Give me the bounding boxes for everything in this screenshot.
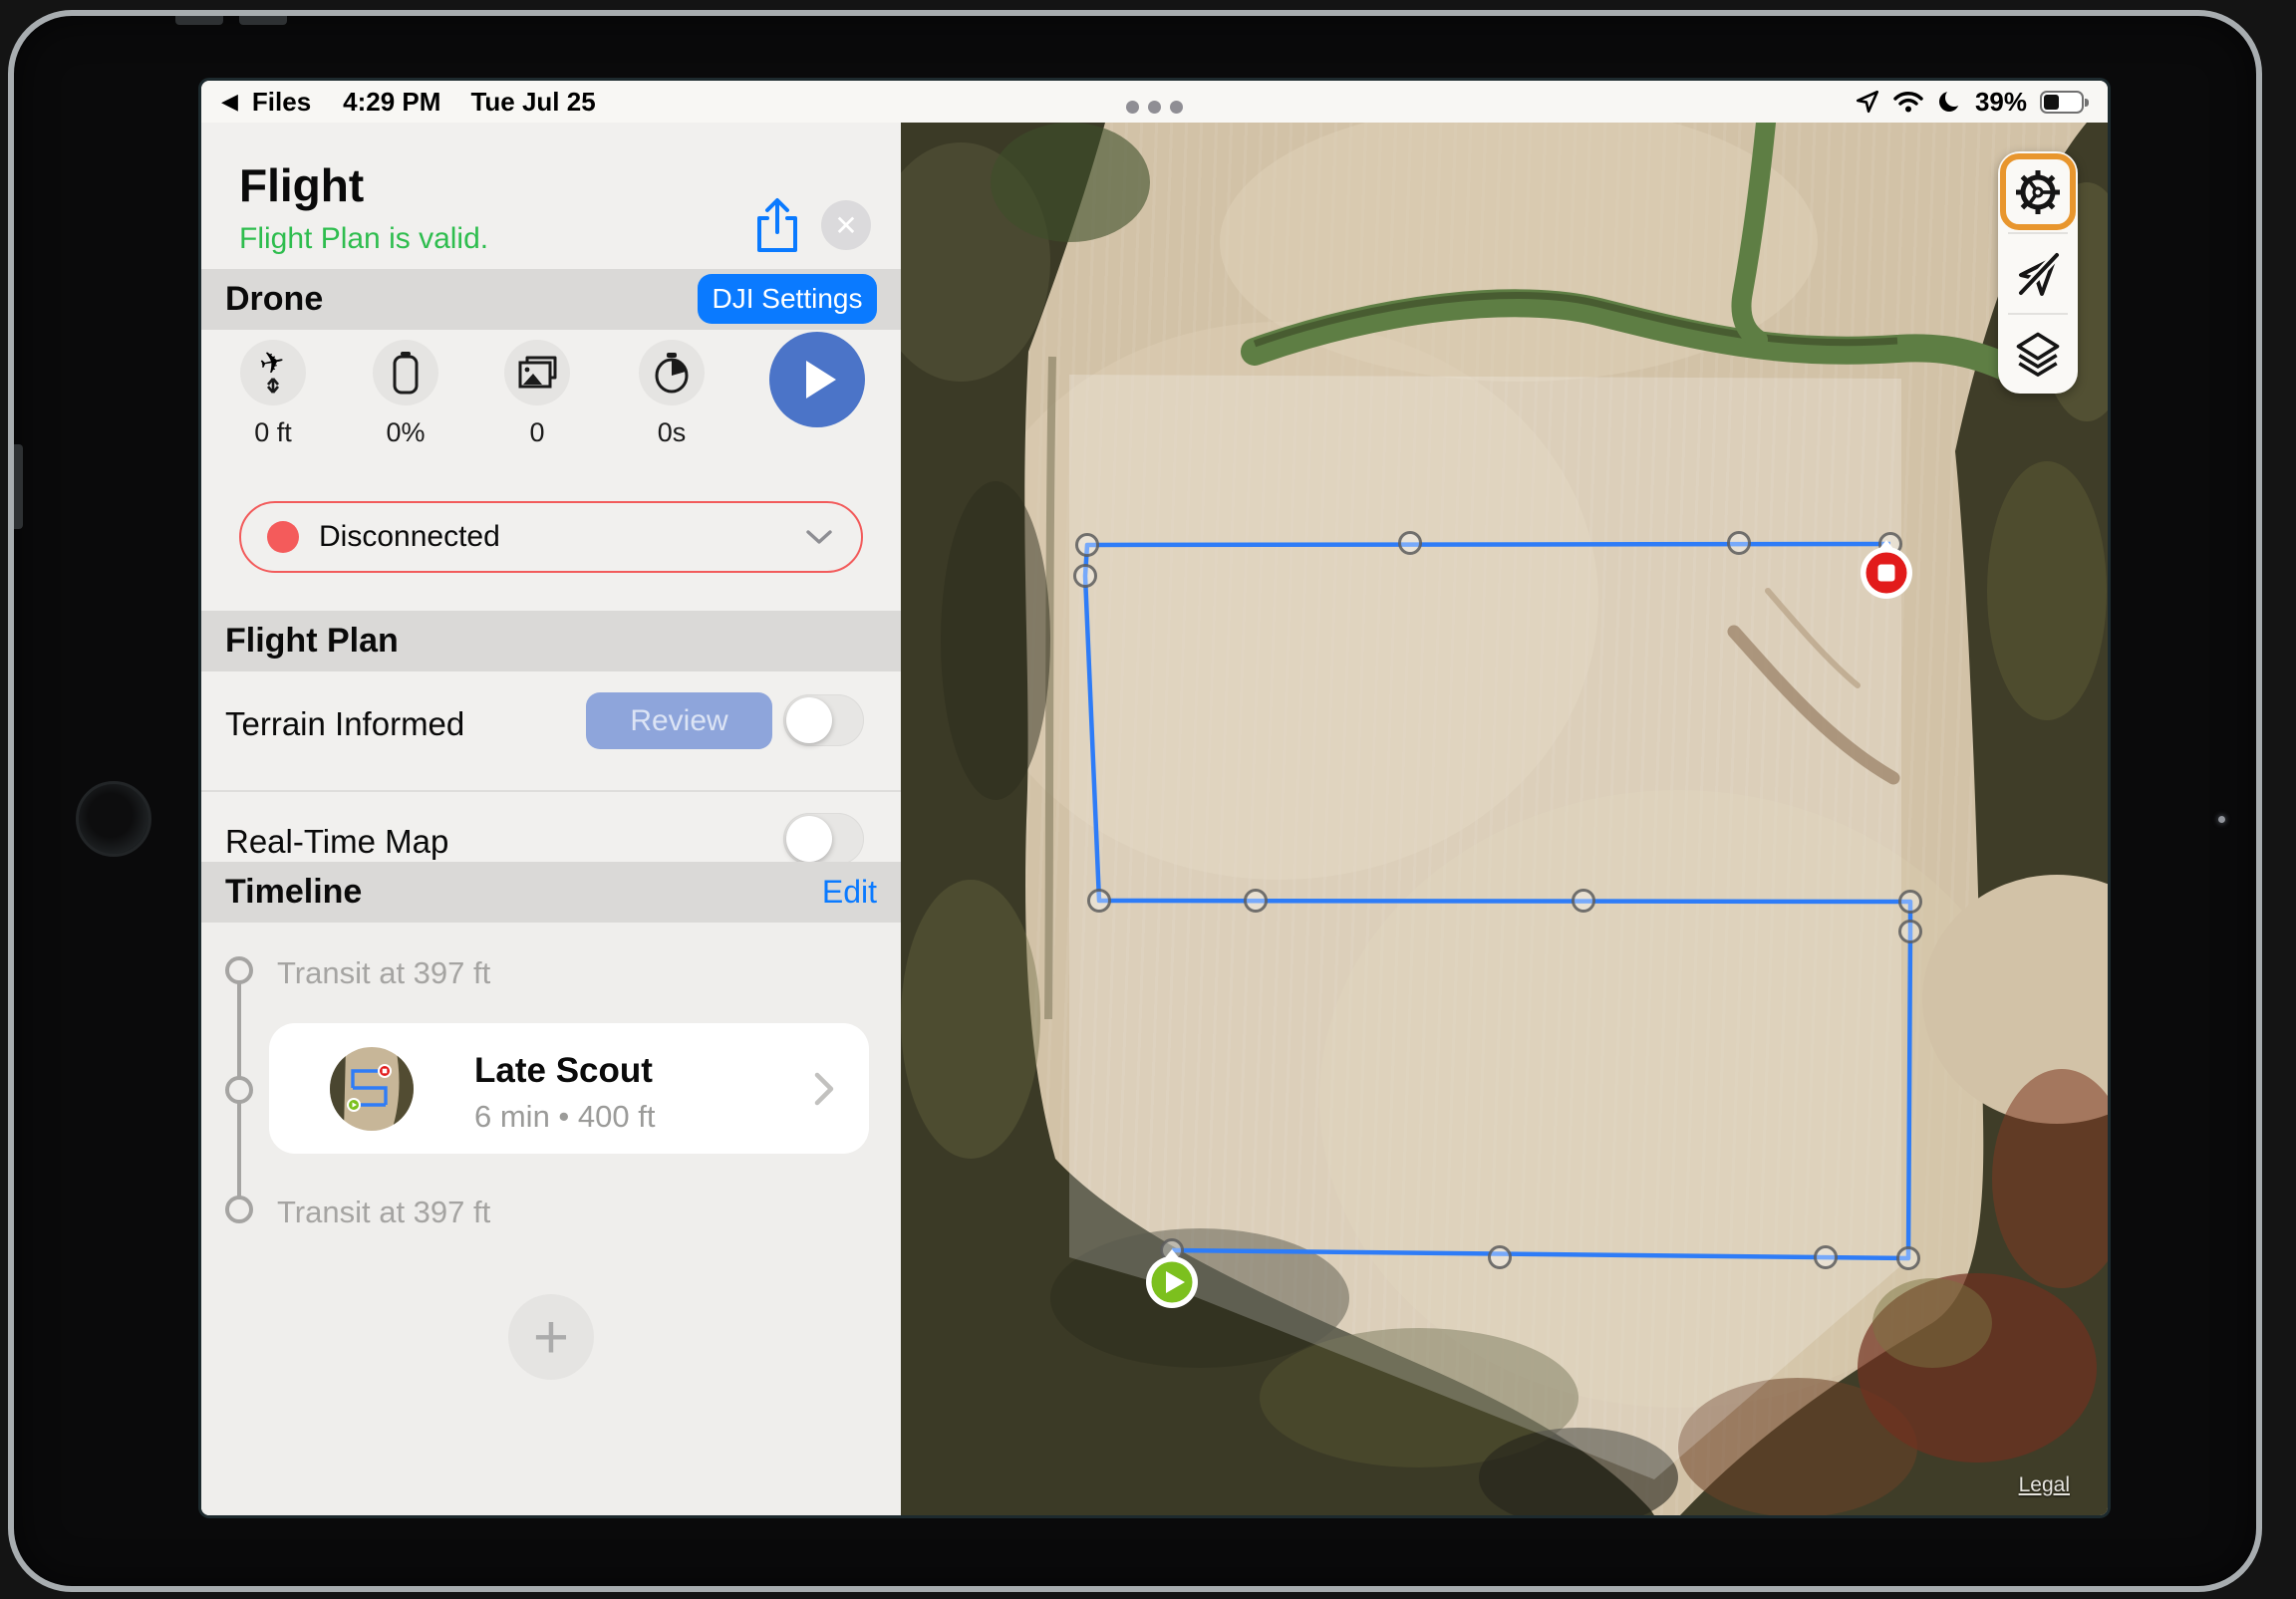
navigation-disabled-icon bbox=[2013, 248, 2063, 298]
stat-battery-value: 0% bbox=[336, 417, 475, 448]
transit-item-after: Transit at 397 ft bbox=[277, 1195, 490, 1230]
real-time-map-toggle[interactable] bbox=[783, 813, 864, 865]
flight-plan-section-header: Flight Plan bbox=[201, 611, 901, 671]
share-button[interactable] bbox=[747, 194, 807, 258]
stat-duration: 0s bbox=[602, 340, 741, 448]
altitude-icon: ✈ bbox=[240, 340, 306, 405]
stat-photos-value: 0 bbox=[467, 417, 607, 448]
field-texture bbox=[901, 123, 2108, 1515]
close-icon: ✕ bbox=[834, 209, 857, 242]
real-time-map-label: Real-Time Map bbox=[225, 823, 448, 861]
mission-thumbnail bbox=[330, 1047, 414, 1131]
terrain-informed-toggle[interactable] bbox=[783, 694, 864, 746]
connection-status-dropdown[interactable]: Disconnected bbox=[239, 501, 863, 573]
page-title: Flight bbox=[239, 158, 364, 212]
date: Tue Jul 25 bbox=[470, 87, 595, 118]
front-camera bbox=[76, 781, 151, 857]
timeline-list: Transit at 397 ft Late Scout 6 min • 400… bbox=[201, 923, 901, 1515]
plus-icon: + bbox=[533, 1302, 569, 1373]
stat-photos: 0 bbox=[467, 340, 607, 448]
side-button bbox=[14, 444, 23, 529]
satellite-map[interactable]: Legal bbox=[901, 123, 2108, 1515]
back-to-app-icon[interactable]: ◀ bbox=[221, 89, 238, 115]
battery-level-icon bbox=[373, 340, 438, 405]
connection-status-label: Disconnected bbox=[319, 520, 805, 554]
mission-subtitle: 6 min • 400 ft bbox=[474, 1099, 655, 1135]
timeline-section-title: Timeline bbox=[225, 873, 362, 912]
drone-section-header: Drone DJI Settings bbox=[201, 269, 901, 330]
chevron-right-icon bbox=[813, 1071, 835, 1107]
active-tool-highlight bbox=[2000, 153, 2076, 230]
play-icon bbox=[806, 361, 836, 399]
toggle-knob bbox=[786, 697, 832, 743]
timer-icon bbox=[639, 340, 705, 405]
moon-icon bbox=[1936, 89, 1962, 115]
drone-section-title: Drone bbox=[225, 280, 323, 319]
volume-down-button bbox=[239, 16, 287, 25]
svg-text:✈: ✈ bbox=[257, 349, 288, 382]
app-screen: ◀ Files 4:29 PM Tue Jul 25 39% Flight bbox=[201, 81, 2108, 1515]
stat-altitude: ✈ 0 ft bbox=[203, 340, 343, 448]
battery-icon bbox=[2040, 91, 2084, 114]
terrain-review-button[interactable]: Review bbox=[586, 692, 772, 749]
volume-up-button bbox=[175, 16, 223, 25]
start-flight-button[interactable] bbox=[769, 332, 865, 427]
timeline-node bbox=[225, 956, 253, 984]
timeline-node bbox=[225, 1196, 253, 1223]
timeline-node bbox=[225, 1076, 253, 1104]
close-button[interactable]: ✕ bbox=[821, 200, 871, 250]
wifi-icon bbox=[1893, 90, 1923, 114]
row-divider bbox=[201, 790, 901, 792]
timeline-edit-button[interactable]: Edit bbox=[822, 874, 877, 911]
flight-valid-status: Flight Plan is valid. bbox=[239, 222, 488, 256]
dji-settings-button[interactable]: DJI Settings bbox=[698, 274, 877, 324]
map-toolbar bbox=[1998, 151, 2078, 394]
legal-link[interactable]: Legal bbox=[2019, 1473, 2070, 1497]
terrain-informed-label: Terrain Informed bbox=[225, 705, 464, 743]
layers-icon bbox=[2012, 328, 2064, 380]
location-arrow-icon bbox=[1855, 89, 1880, 115]
flight-panel: Flight Flight Plan is valid. ✕ Drone DJI… bbox=[201, 123, 901, 1515]
back-to-app-label[interactable]: Files bbox=[252, 87, 311, 118]
status-bar: ◀ Files 4:29 PM Tue Jul 25 39% bbox=[201, 81, 2108, 123]
add-timeline-item-button[interactable]: + bbox=[508, 1294, 594, 1380]
pencil-attach-glint bbox=[2218, 816, 2225, 823]
stat-altitude-value: 0 ft bbox=[203, 417, 343, 448]
flight-plan-section-title: Flight Plan bbox=[225, 622, 399, 661]
photos-icon bbox=[504, 340, 570, 405]
disconnected-dot bbox=[267, 521, 299, 553]
battery-percent: 39% bbox=[1975, 87, 2027, 118]
multitasking-indicator[interactable] bbox=[1126, 101, 1183, 114]
map-tracking-button[interactable] bbox=[1998, 232, 2078, 313]
clock: 4:29 PM bbox=[343, 87, 440, 118]
mission-title: Late Scout bbox=[474, 1051, 653, 1091]
chevron-down-icon bbox=[805, 528, 833, 546]
timeline-section-header: Timeline Edit bbox=[201, 862, 901, 923]
stat-battery: 0% bbox=[336, 340, 475, 448]
mission-card[interactable]: Late Scout 6 min • 400 ft bbox=[269, 1023, 869, 1154]
stat-duration-value: 0s bbox=[602, 417, 741, 448]
transit-item-before: Transit at 397 ft bbox=[277, 955, 490, 991]
map-layers-button[interactable] bbox=[1998, 313, 2078, 394]
toggle-knob bbox=[786, 816, 832, 862]
